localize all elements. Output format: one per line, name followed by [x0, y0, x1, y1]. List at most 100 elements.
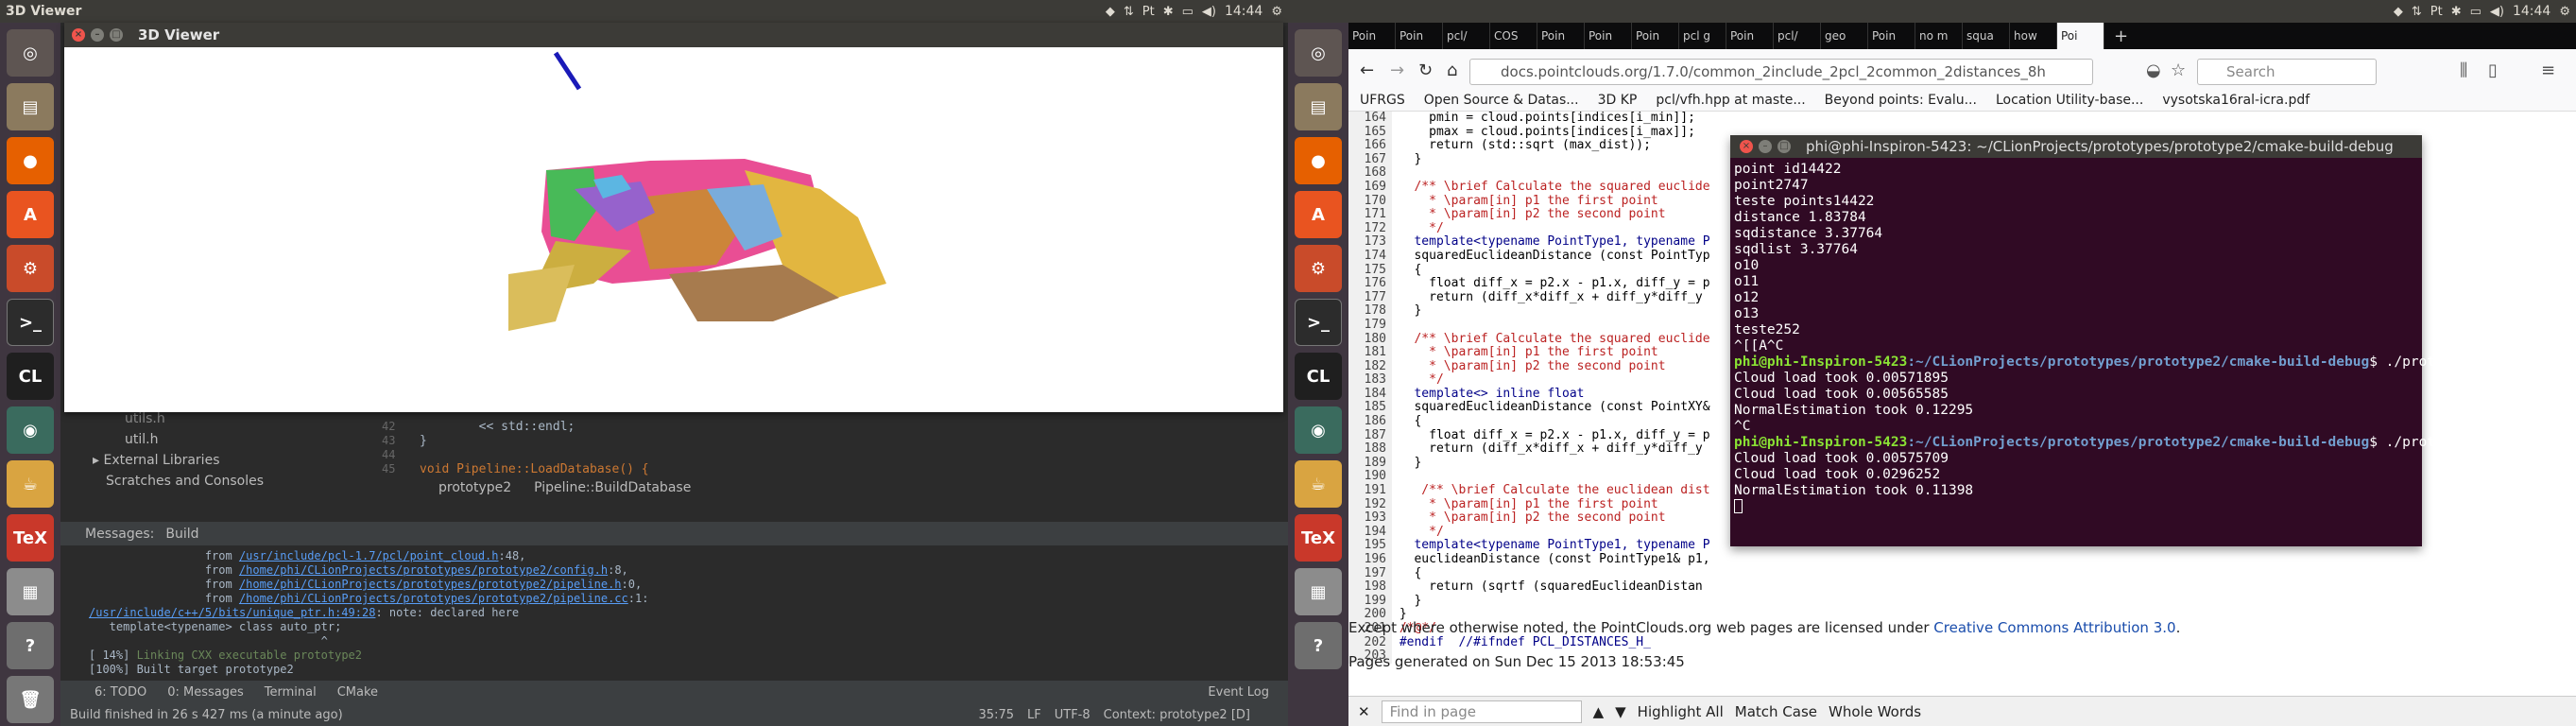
- bookmark-star-icon[interactable]: ☆: [2171, 60, 2186, 80]
- settings-icon[interactable]: ⚙: [7, 245, 54, 292]
- maximize-icon[interactable]: □: [110, 28, 123, 42]
- terminal-icon[interactable]: >_: [1295, 299, 1342, 346]
- browser-tab[interactable]: Poin: [1396, 23, 1443, 49]
- breadcrumb-item[interactable]: Pipeline::BuildDatabase: [534, 480, 691, 495]
- browser-tab[interactable]: Poin: [1632, 23, 1679, 49]
- dropbox-icon[interactable]: ◆: [2394, 5, 2403, 19]
- gear-icon[interactable]: ⚙: [2559, 5, 2570, 19]
- browser-tab[interactable]: no m: [1915, 23, 1963, 49]
- bluetooth-icon[interactable]: ✱: [1163, 5, 1174, 19]
- firefox-icon[interactable]: ●: [7, 137, 54, 184]
- new-tab-button[interactable]: +: [2104, 26, 2128, 46]
- gitkraken-icon[interactable]: ◉: [7, 406, 54, 454]
- cursor-position[interactable]: 35:75: [979, 708, 1014, 722]
- calculator-icon[interactable]: ▦: [1295, 568, 1342, 615]
- browser-tab[interactable]: Poin: [1585, 23, 1632, 49]
- find-input[interactable]: Find in page: [1381, 700, 1582, 723]
- tree-item[interactable]: util.h: [93, 429, 367, 450]
- line-separator[interactable]: LF: [1027, 708, 1041, 722]
- browser-tab[interactable]: pcl/: [1774, 23, 1821, 49]
- close-icon[interactable]: ×: [72, 28, 85, 42]
- bookmark-item[interactable]: UFRGS: [1360, 93, 1405, 108]
- log-link[interactable]: /home/phi/CLionProjects/prototypes/proto…: [239, 578, 622, 591]
- tab-event-log[interactable]: Event Log: [1208, 685, 1269, 700]
- bluetooth-icon[interactable]: ✱: [2451, 5, 2462, 19]
- menu-icon[interactable]: ≡: [2541, 60, 2555, 80]
- find-next-icon[interactable]: ▼: [1615, 703, 1626, 720]
- breadcrumb-item[interactable]: prototype2: [438, 480, 511, 495]
- teapot-icon[interactable]: ☕: [1295, 460, 1342, 508]
- sidebar-icon[interactable]: ▯: [2488, 60, 2498, 80]
- browser-tab-active[interactable]: Poi: [2057, 23, 2104, 49]
- tab-terminal[interactable]: Terminal: [265, 685, 317, 700]
- software-center-icon[interactable]: A: [1295, 191, 1342, 238]
- terminal-icon[interactable]: >_: [7, 299, 54, 346]
- browser-tab[interactable]: pcl g: [1679, 23, 1726, 49]
- files-icon[interactable]: ▤: [7, 83, 54, 130]
- tab-build[interactable]: Build: [165, 527, 198, 542]
- terminal-output[interactable]: point id14422 point2747 teste points14422 d…: [1730, 158, 2576, 513]
- close-icon[interactable]: ×: [1740, 140, 1753, 153]
- terminal-window[interactable]: × – □ phi@phi-Inspiron-5423: ~/CLionProj…: [1730, 135, 2576, 546]
- bookmark-item[interactable]: vysotska16ral-icra.pdf: [2162, 93, 2310, 108]
- clion-icon[interactable]: CL: [1295, 353, 1342, 400]
- calculator-icon[interactable]: ▦: [7, 568, 54, 615]
- gitkraken-icon[interactable]: ◉: [1295, 406, 1342, 454]
- log-link[interactable]: /usr/include/c++/5/bits/unique_ptr.h:49:…: [89, 606, 375, 619]
- clock[interactable]: 14:44: [2513, 4, 2550, 19]
- trash-icon[interactable]: 🗑: [7, 676, 54, 723]
- highlight-all-toggle[interactable]: Highlight All: [1638, 703, 1724, 720]
- tree-item[interactable]: Scratches and Consoles: [93, 471, 367, 492]
- minimize-icon[interactable]: –: [1759, 140, 1772, 153]
- battery-icon[interactable]: ▭: [1182, 5, 1194, 19]
- help-icon[interactable]: ?: [1295, 622, 1342, 669]
- gear-icon[interactable]: ⚙: [1271, 5, 1282, 19]
- settings-icon[interactable]: ⚙: [1295, 245, 1342, 292]
- help-icon[interactable]: ?: [7, 622, 54, 669]
- browser-tab[interactable]: Poin: [1868, 23, 1915, 49]
- browser-tab[interactable]: how: [2010, 23, 2057, 49]
- files-icon[interactable]: ▤: [1295, 83, 1342, 130]
- transfer-icon[interactable]: ⇅: [2412, 5, 2422, 19]
- code-editor[interactable]: << std::endl; } void Pipeline::LoadDatab…: [420, 420, 649, 476]
- home-icon[interactable]: ⌂: [1447, 60, 1457, 80]
- teapot-icon[interactable]: ☕: [7, 460, 54, 508]
- point-cloud-canvas[interactable]: [64, 47, 1283, 412]
- log-link[interactable]: /home/phi/CLionProjects/prototypes/proto…: [239, 563, 608, 577]
- texmaker-icon[interactable]: TeX: [7, 514, 54, 562]
- bookmark-item[interactable]: Location Utility-base...: [1996, 93, 2143, 108]
- file-encoding[interactable]: UTF-8: [1055, 708, 1091, 722]
- ubuntu-logo-icon[interactable]: ◎: [7, 29, 54, 77]
- volume-icon[interactable]: ◀): [2490, 5, 2504, 19]
- log-link[interactable]: /usr/include/pcl-1.7/pcl/point_cloud.h: [239, 549, 499, 562]
- bookmark-item[interactable]: Beyond points: Evalu...: [1825, 93, 1977, 108]
- library-icon[interactable]: ⫼: [2460, 60, 2467, 80]
- keyboard-icon[interactable]: Pt: [1142, 5, 1155, 19]
- keyboard-icon[interactable]: Pt: [2430, 5, 2443, 19]
- ubuntu-logo-icon[interactable]: ◎: [1295, 29, 1342, 77]
- bookmark-item[interactable]: 3D KP: [1598, 93, 1638, 108]
- browser-tab[interactable]: geo: [1821, 23, 1868, 49]
- match-case-toggle[interactable]: Match Case: [1735, 703, 1817, 720]
- minimize-icon[interactable]: –: [91, 28, 104, 42]
- texmaker-icon[interactable]: TeX: [1295, 514, 1342, 562]
- close-find-icon[interactable]: ✕: [1358, 703, 1370, 720]
- browser-tab[interactable]: squa: [1963, 23, 2010, 49]
- maximize-icon[interactable]: □: [1777, 140, 1791, 153]
- browser-tab[interactable]: Poin: [1537, 23, 1585, 49]
- forward-icon[interactable]: →: [1390, 60, 1404, 80]
- tab-messages[interactable]: 0: Messages: [167, 685, 244, 700]
- tab-cmake[interactable]: CMake: [337, 685, 378, 700]
- search-input[interactable]: Search: [2197, 59, 2377, 85]
- browser-tab[interactable]: Poin: [1348, 23, 1396, 49]
- browser-tab[interactable]: pcl/: [1443, 23, 1490, 49]
- firefox-icon[interactable]: ●: [1295, 137, 1342, 184]
- browser-tab[interactable]: COS: [1490, 23, 1537, 49]
- transfer-icon[interactable]: ⇅: [1124, 5, 1134, 19]
- tab-todo[interactable]: 6: TODO: [94, 685, 146, 700]
- battery-icon[interactable]: ▭: [2470, 5, 2482, 19]
- dropbox-icon[interactable]: ◆: [1106, 5, 1115, 19]
- back-icon[interactable]: ←: [1360, 60, 1374, 80]
- license-link[interactable]: Creative Commons Attribution 3.0: [1933, 619, 2175, 636]
- browser-tab[interactable]: Poin: [1726, 23, 1774, 49]
